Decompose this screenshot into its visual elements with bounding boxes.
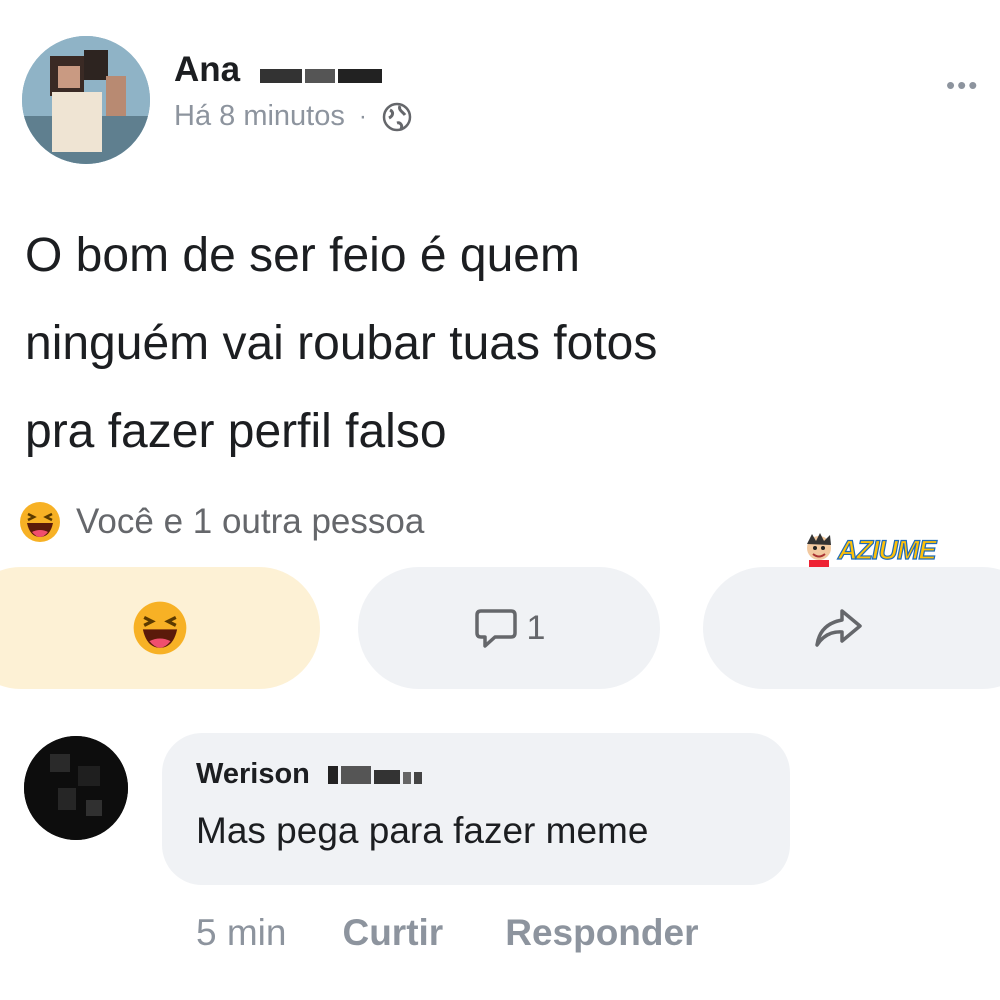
globe-icon[interactable] (381, 101, 413, 133)
post-text-line: pra fazer perfil falso (25, 405, 447, 458)
reply-comment-link[interactable]: Responder (505, 912, 698, 954)
author-name[interactable]: Ana (174, 50, 385, 92)
laughing-emoji-icon (20, 502, 60, 542)
commenter-avatar[interactable] (24, 736, 128, 840)
author-avatar[interactable] (22, 36, 150, 164)
post-text-line: O bom de ser feio é quem (25, 229, 580, 282)
comment-count: 1 (526, 608, 546, 647)
censored-surname (259, 52, 385, 92)
post-meta: Há 8 minutos · (174, 100, 413, 133)
comment-time[interactable]: 5 min (196, 912, 286, 954)
comment-actions: 5 min Curtir Responder (196, 912, 760, 954)
share-arrow-icon (815, 609, 862, 647)
post-timestamp[interactable]: Há 8 minutos (174, 100, 345, 133)
author-name-text[interactable]: Ana (174, 50, 240, 89)
laughing-emoji-icon (133, 601, 187, 655)
commenter-name-text[interactable]: Werison (196, 758, 310, 790)
more-options-icon[interactable]: ••• (946, 70, 979, 101)
mascot-icon (807, 533, 831, 570)
reaction-summary[interactable]: Você e 1 outra pessoa (18, 500, 424, 544)
watermark-text: AZIUME (837, 534, 937, 565)
react-button[interactable] (0, 567, 320, 689)
comment-bubble (162, 733, 790, 885)
share-button[interactable] (703, 567, 1000, 689)
meta-separator: · (358, 102, 367, 130)
reaction-summary-text: Você e 1 outra pessoa (76, 502, 425, 541)
post-text: O bom de ser feio é quem ninguém vai rou… (25, 212, 985, 476)
like-comment-link[interactable]: Curtir (342, 912, 443, 954)
censored-surname (327, 759, 425, 792)
comment-button[interactable]: 1 (358, 567, 660, 689)
watermark-logo: AZIUME (800, 530, 937, 570)
post-text-line: ninguém vai roubar tuas fotos (25, 317, 658, 370)
comment-bubble-icon (474, 609, 517, 648)
comment-text: Mas pega para fazer meme (196, 810, 649, 851)
commenter-name[interactable]: Werison (196, 758, 425, 792)
